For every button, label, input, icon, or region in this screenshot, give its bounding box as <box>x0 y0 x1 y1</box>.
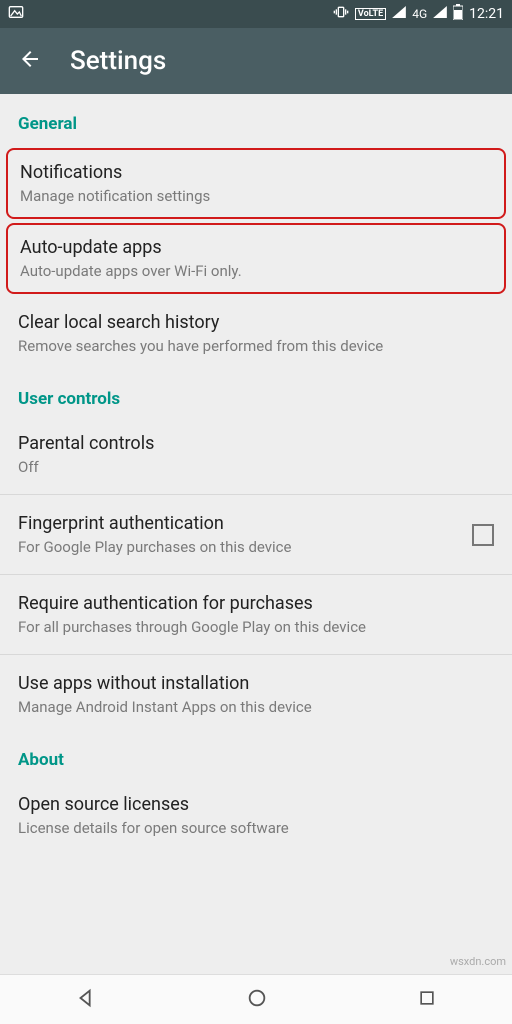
item-subtitle: Remove searches you have performed from … <box>18 337 494 355</box>
fingerprint-checkbox[interactable] <box>472 524 494 546</box>
section-general: General <box>0 94 512 144</box>
divider <box>0 494 512 495</box>
item-open-source[interactable]: Open source licenses License details for… <box>0 780 512 851</box>
signal-2-icon <box>433 6 447 22</box>
item-notifications[interactable]: Notifications Manage notification settin… <box>6 148 506 219</box>
item-instant-apps[interactable]: Use apps without installation Manage And… <box>0 659 512 730</box>
status-time: 12:21 <box>469 6 504 22</box>
item-clear-history[interactable]: Clear local search history Remove search… <box>0 298 512 369</box>
item-auto-update[interactable]: Auto-update apps Auto-update apps over W… <box>6 223 506 294</box>
section-about: About <box>0 730 512 780</box>
navigation-bar <box>0 974 512 1024</box>
item-title: Use apps without installation <box>18 673 494 694</box>
item-subtitle: Auto-update apps over Wi-Fi only. <box>20 262 492 280</box>
signal-1-icon <box>392 6 406 22</box>
battery-icon <box>453 4 463 24</box>
item-title: Auto-update apps <box>20 237 492 258</box>
item-title: Require authentication for purchases <box>18 593 494 614</box>
item-subtitle: For all purchases through Google Play on… <box>18 618 494 636</box>
settings-list: General Notifications Manage notificatio… <box>0 94 512 851</box>
item-subtitle: Manage Android Instant Apps on this devi… <box>18 698 494 716</box>
nav-back-icon[interactable] <box>75 987 97 1013</box>
item-title: Open source licenses <box>18 794 494 815</box>
nav-recent-icon[interactable] <box>417 988 437 1012</box>
image-icon <box>8 5 24 23</box>
watermark-text: wsxdn.com <box>450 955 506 968</box>
vibrate-icon <box>333 5 349 23</box>
item-subtitle: Manage notification settings <box>20 187 492 205</box>
status-bar: VoLTE 4G 12:21 <box>0 0 512 28</box>
app-bar: Settings <box>0 28 512 94</box>
item-title: Fingerprint authentication <box>18 513 292 534</box>
divider <box>0 654 512 655</box>
network-type-label: 4G <box>412 7 427 21</box>
volte-badge: VoLTE <box>355 8 386 20</box>
item-title: Parental controls <box>18 433 494 454</box>
item-subtitle: License details for open source software <box>18 819 494 837</box>
item-require-auth[interactable]: Require authentication for purchases For… <box>0 579 512 650</box>
item-fingerprint-auth[interactable]: Fingerprint authentication For Google Pl… <box>0 499 512 570</box>
item-subtitle: For Google Play purchases on this device <box>18 538 292 556</box>
item-parental-controls[interactable]: Parental controls Off <box>0 419 512 490</box>
item-subtitle: Off <box>18 458 494 476</box>
item-title: Notifications <box>20 162 492 183</box>
nav-home-icon[interactable] <box>246 987 268 1013</box>
section-user-controls: User controls <box>0 369 512 419</box>
page-title: Settings <box>70 46 166 76</box>
item-title: Clear local search history <box>18 312 494 333</box>
back-arrow-icon[interactable] <box>18 47 42 75</box>
divider <box>0 574 512 575</box>
